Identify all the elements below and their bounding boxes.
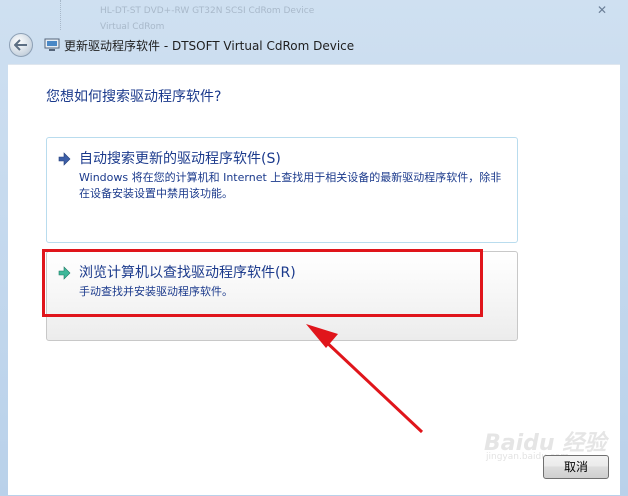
page-heading: 您想如何搜索驱动程序软件?	[46, 89, 222, 105]
title-bar: 更新驱动程序软件 - DTSOFT Virtual CdRom Device	[0, 30, 628, 64]
window-title: 更新驱动程序软件 - DTSOFT Virtual CdRom Device	[64, 39, 355, 53]
back-arrow-icon	[14, 39, 27, 51]
back-button[interactable]	[9, 33, 33, 57]
device-manager-icon	[44, 38, 60, 51]
background-device-list: HL-DT-ST DVD+-RW GT32N SCSI CdRom Device…	[60, 0, 620, 32]
option-title: 自动搜索更新的驱动程序软件(S)	[79, 151, 281, 167]
annotation-highlight-box	[42, 249, 483, 317]
green-arrow-icon	[58, 152, 71, 166]
tree-lines	[60, 0, 97, 30]
window-frame: HL-DT-ST DVD+-RW GT32N SCSI CdRom Device…	[0, 0, 628, 496]
cancel-button[interactable]: 取消	[543, 455, 609, 479]
auto-search-option[interactable]: 自动搜索更新的驱动程序软件(S) Windows 将在您的计算机和 Intern…	[46, 137, 518, 243]
background-row: HL-DT-ST DVD+-RW GT32N SCSI CdRom Device	[100, 6, 315, 16]
close-icon[interactable]: ✕	[594, 3, 610, 17]
option-description: Windows 将在您的计算机和 Internet 上查找用于相关设备的最新驱动…	[79, 171, 502, 200]
